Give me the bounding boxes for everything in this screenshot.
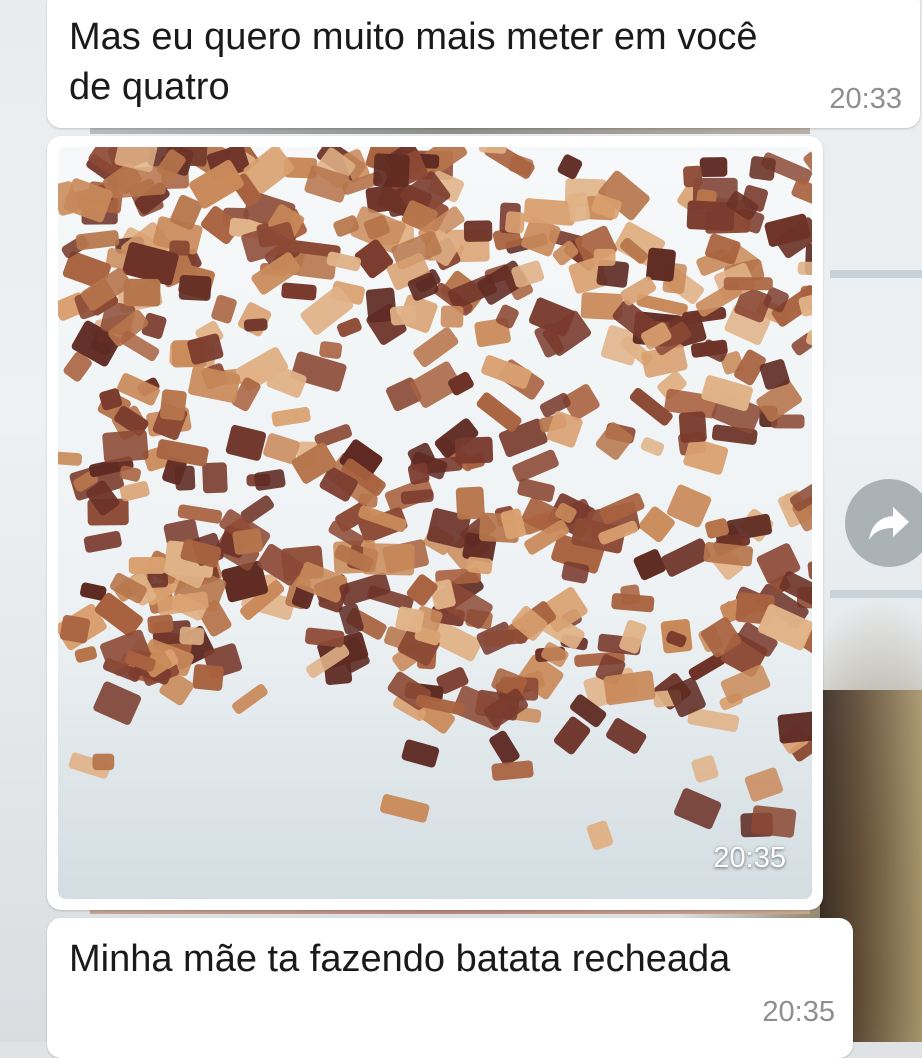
bacon-bit: [373, 153, 410, 188]
incoming-message[interactable]: Mas eu quero muito mais meter em você de…: [47, 0, 920, 128]
bacon-bit: [281, 282, 317, 301]
message-text: Minha mãe ta fazendo batata recheada: [69, 938, 731, 980]
bacon-bit: [750, 805, 797, 838]
bacon-bit: [92, 753, 115, 771]
bacon-bit: [440, 305, 464, 328]
message-text-line: de quatro: [69, 66, 230, 108]
bacon-bit: [777, 711, 812, 744]
bacon-bit: [123, 278, 161, 307]
bacon-bit: [723, 277, 773, 291]
bacon-bit: [192, 664, 224, 691]
bacon-bit: [683, 165, 703, 188]
bacon-bit: [455, 486, 485, 520]
forward-icon: [869, 507, 909, 540]
bacon-bit: [179, 626, 205, 646]
bacon-bit: [678, 411, 707, 443]
bacon-bit: [466, 556, 493, 575]
bacon-bit: [202, 462, 228, 494]
wallpaper-detail: [830, 590, 922, 598]
bacon-bit: [389, 304, 417, 326]
bacon-bit: [243, 318, 268, 332]
message-timestamp: 20:35: [762, 996, 835, 1028]
message-text: Mas eu quero muito mais meter em você de…: [69, 12, 889, 112]
photo-content: [58, 147, 812, 899]
message-photo[interactable]: 20:35: [58, 147, 812, 899]
image-message[interactable]: 20:35: [47, 136, 823, 910]
message-text-line: Mas eu quero muito mais meter em você: [69, 16, 758, 58]
bacon-bit: [593, 248, 616, 267]
bacon-bit: [504, 211, 526, 234]
bacon-bit: [365, 184, 406, 213]
wallpaper-detail: [830, 270, 922, 278]
bacon-bit: [463, 220, 493, 242]
bacon-bit: [797, 261, 812, 276]
bacon-bit: [174, 465, 196, 491]
message-timestamp: 20:33: [829, 83, 902, 115]
bacon-bit: [749, 156, 776, 181]
bacon-bit: [178, 275, 212, 301]
bacon-bit: [232, 528, 263, 555]
bacon-bit: [699, 157, 728, 177]
bacon-bit: [147, 614, 174, 634]
bacon-bit: [59, 614, 91, 644]
wallpaper-detail: [90, 128, 810, 134]
incoming-message[interactable]: Minha mãe ta fazendo batata recheada 20:…: [47, 918, 853, 1058]
bacon-bit: [58, 451, 83, 466]
bacon-bit: [159, 389, 187, 421]
bacon-bit: [454, 436, 494, 464]
bacon-bit: [102, 429, 149, 463]
bacon-bit: [319, 341, 343, 359]
bacon-bit: [646, 247, 676, 282]
photo-timestamp: 20:35: [713, 842, 786, 874]
bacon-bit: [128, 557, 166, 574]
bacon-bit: [407, 462, 430, 485]
